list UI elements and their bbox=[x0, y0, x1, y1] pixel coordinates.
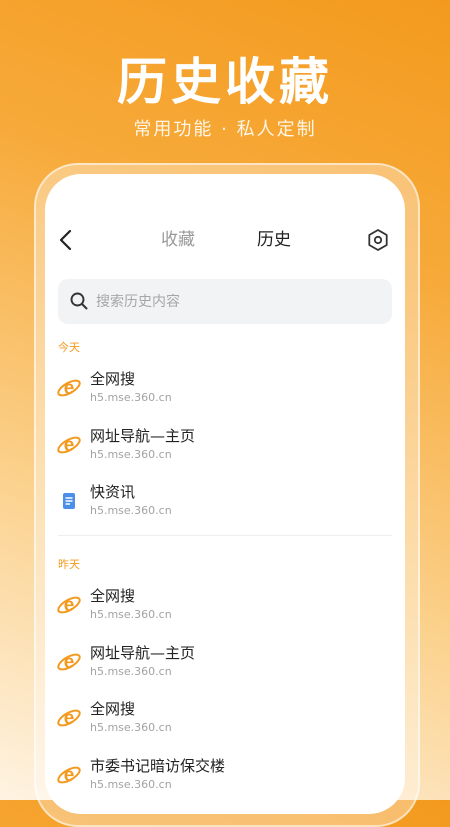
browser-e-icon: e bbox=[57, 765, 81, 786]
phone-screen: 收藏 历史 今天 e 全网搜 h5.mse.360.cn e 网址导航—主页 bbox=[45, 174, 405, 814]
item-title: 网址导航—主页 bbox=[90, 644, 196, 662]
history-item[interactable]: e 网址导航—主页 h5.mse.360.cn bbox=[45, 424, 405, 474]
history-item[interactable]: e 全网搜 h5.mse.360.cn bbox=[45, 584, 405, 634]
item-url: h5.mse.360.cn bbox=[90, 665, 172, 678]
hero-title: 历史收藏 bbox=[117, 53, 333, 111]
browser-e-icon: e bbox=[57, 652, 81, 673]
item-title: 市委书记暗访保交楼 bbox=[90, 757, 226, 775]
tab-history[interactable]: 历史 bbox=[257, 228, 291, 252]
history-item[interactable]: e 市委书记暗访保交楼 h5.mse.360.cn bbox=[45, 754, 405, 804]
item-title: 全网搜 bbox=[90, 370, 136, 388]
svg-text:e: e bbox=[64, 378, 75, 399]
item-url: h5.mse.360.cn bbox=[90, 608, 172, 621]
item-title: 全网搜 bbox=[90, 700, 136, 718]
hero-subtitle: 常用功能 · 私人定制 bbox=[133, 119, 317, 140]
svg-text:e: e bbox=[64, 435, 75, 456]
history-item[interactable]: 快资讯 h5.mse.360.cn bbox=[45, 480, 405, 530]
browser-e-icon: e bbox=[57, 435, 81, 456]
settings-button[interactable] bbox=[365, 227, 391, 253]
back-button[interactable] bbox=[55, 226, 79, 254]
item-url: h5.mse.360.cn bbox=[90, 721, 172, 734]
hexagon-gear-icon bbox=[368, 229, 388, 251]
search-icon bbox=[70, 292, 88, 310]
top-bar: 收藏 历史 bbox=[45, 222, 405, 258]
search-input[interactable] bbox=[94, 287, 378, 317]
chevron-left-icon bbox=[59, 229, 72, 251]
item-url: h5.mse.360.cn bbox=[90, 391, 172, 404]
item-title: 全网搜 bbox=[90, 587, 136, 605]
item-title: 快资讯 bbox=[90, 483, 136, 501]
history-item[interactable]: e 网址导航—主页 h5.mse.360.cn bbox=[45, 641, 405, 691]
section-divider bbox=[58, 535, 392, 536]
item-url: h5.mse.360.cn bbox=[90, 778, 172, 791]
section-label-today: 今天 bbox=[58, 341, 80, 354]
search-bar[interactable] bbox=[58, 279, 392, 324]
tab-favorites[interactable]: 收藏 bbox=[161, 228, 195, 252]
svg-text:e: e bbox=[64, 708, 75, 729]
svg-text:e: e bbox=[64, 765, 75, 786]
section-label-yesterday: 昨天 bbox=[58, 558, 80, 571]
history-item[interactable]: e 全网搜 h5.mse.360.cn bbox=[45, 367, 405, 417]
item-url: h5.mse.360.cn bbox=[90, 504, 172, 517]
news-doc-icon bbox=[63, 493, 75, 509]
svg-text:e: e bbox=[64, 595, 75, 616]
history-item[interactable]: e 全网搜 h5.mse.360.cn bbox=[45, 697, 405, 747]
browser-e-icon: e bbox=[57, 708, 81, 729]
browser-e-icon: e bbox=[57, 378, 81, 399]
item-title: 网址导航—主页 bbox=[90, 427, 196, 445]
item-url: h5.mse.360.cn bbox=[90, 448, 172, 461]
svg-text:e: e bbox=[64, 652, 75, 673]
browser-e-icon: e bbox=[57, 595, 81, 616]
